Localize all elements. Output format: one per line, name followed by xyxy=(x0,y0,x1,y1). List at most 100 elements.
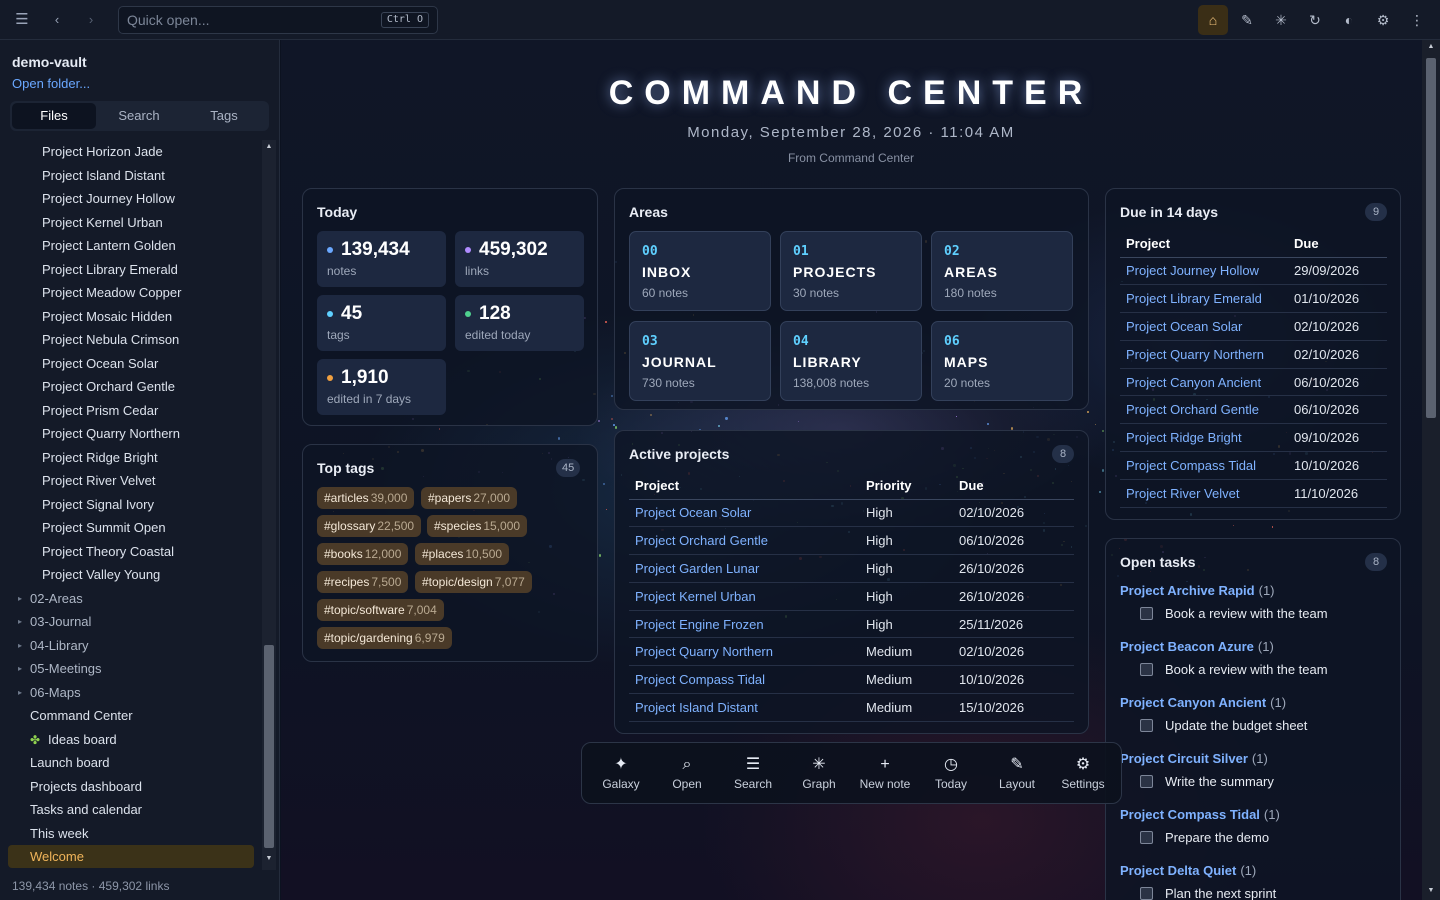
dock-today-button[interactable]: ◷ Today xyxy=(921,755,981,791)
task-checkbox[interactable] xyxy=(1140,663,1153,676)
root-note-item[interactable]: Command Center xyxy=(8,704,133,727)
more-icon[interactable]: ⋮ xyxy=(1402,5,1432,35)
dock-open-button[interactable]: ⌕ Open xyxy=(657,755,717,791)
project-link[interactable]: Project Garden Lunar xyxy=(629,554,860,583)
file-item[interactable]: Project Summit Open xyxy=(42,516,166,539)
file-item[interactable]: Project Horizon Jade xyxy=(42,140,163,163)
asterisk-icon[interactable]: ✳ xyxy=(1266,5,1296,35)
scroll-down-icon[interactable]: ▼ xyxy=(262,852,276,866)
tag-chip[interactable]: #glossary 22,500 xyxy=(317,515,422,537)
file-item[interactable]: Project Orchard Gentle xyxy=(42,375,175,398)
root-note-item[interactable]: ✤ Ideas board xyxy=(8,728,117,751)
tag-chip[interactable]: #papers 27,000 xyxy=(421,487,518,509)
task-checkbox[interactable] xyxy=(1140,887,1153,900)
scroll-up-icon[interactable]: ▲ xyxy=(1424,40,1438,54)
task-checkbox[interactable] xyxy=(1140,775,1153,788)
area-card-library[interactable]: 04 LIBRARY 138,008 notes xyxy=(780,321,922,401)
project-link[interactable]: Project Quarry Northern xyxy=(1120,340,1288,369)
pencil-icon[interactable]: ✎ xyxy=(1232,5,1262,35)
area-card-projects[interactable]: 01 PROJECTS 30 notes xyxy=(780,231,922,311)
file-item[interactable]: Project Island Distant xyxy=(42,164,165,187)
area-card-areas[interactable]: 02 AREAS 180 notes xyxy=(931,231,1073,311)
area-card-maps[interactable]: 06 MAPS 20 notes xyxy=(931,321,1073,401)
area-card-inbox[interactable]: 00 INBOX 60 notes xyxy=(629,231,771,311)
project-link[interactable]: Project Library Emerald xyxy=(1120,284,1288,314)
task-project-link[interactable]: Project Compass Tidal xyxy=(1120,807,1260,822)
project-link[interactable]: Project Compass Tidal xyxy=(1120,451,1288,480)
file-item[interactable]: Project Ocean Solar xyxy=(42,352,158,375)
task-project[interactable]: Project Beacon Azure (1) xyxy=(1120,639,1274,654)
file-item[interactable]: Project Signal Ivory xyxy=(42,493,154,516)
task-project[interactable]: Project Delta Quiet (1) xyxy=(1120,863,1256,878)
file-item[interactable]: Project Theory Coastal xyxy=(42,540,174,563)
root-note-item[interactable]: Launch board xyxy=(8,751,110,774)
dock-settings-button[interactable]: ⚙ Settings xyxy=(1053,755,1113,791)
root-note-item[interactable]: Tasks and calendar xyxy=(8,798,142,821)
sidebar-scroll-thumb[interactable] xyxy=(264,645,274,848)
file-item[interactable]: Project Valley Young xyxy=(42,563,160,586)
tab-tags[interactable]: Tags xyxy=(182,103,266,129)
file-item[interactable]: Project Mosaic Hidden xyxy=(42,305,172,328)
file-item[interactable]: Project River Velvet xyxy=(42,469,155,492)
project-link[interactable]: Project Engine Frozen xyxy=(629,610,860,639)
project-link[interactable]: Project Orchard Gentle xyxy=(629,526,860,556)
file-item[interactable]: Project Kernel Urban xyxy=(42,211,163,234)
scroll-up-icon[interactable]: ▲ xyxy=(262,140,276,154)
tab-search[interactable]: Search xyxy=(97,103,181,129)
project-link[interactable]: Project River Velvet xyxy=(1120,479,1288,508)
dock-graph-button[interactable]: ✳ Graph xyxy=(789,755,849,791)
root-note-item[interactable]: Projects dashboard xyxy=(8,775,142,798)
task-checkbox[interactable] xyxy=(1140,831,1153,844)
dock-search-button[interactable]: ☰ Search xyxy=(723,755,783,791)
project-link[interactable]: Project Ridge Bright xyxy=(1120,423,1288,453)
tag-chip[interactable]: #topic/design 7,077 xyxy=(415,571,532,593)
tab-files[interactable]: Files xyxy=(12,103,96,129)
tag-chip[interactable]: #places 10,500 xyxy=(415,543,510,565)
gear-icon[interactable]: ⚙ xyxy=(1368,5,1398,35)
folder-item[interactable]: ▸ 04-Library xyxy=(8,634,254,657)
hamburger-icon[interactable]: ☰ xyxy=(10,8,34,32)
tag-chip[interactable]: #topic/gardening 6,979 xyxy=(317,627,452,649)
task-project-link[interactable]: Project Delta Quiet xyxy=(1120,863,1236,878)
task-project-link[interactable]: Project Beacon Azure xyxy=(1120,639,1254,654)
project-link[interactable]: Project Orchard Gentle xyxy=(1120,395,1288,425)
project-link[interactable]: Project Journey Hollow xyxy=(1120,257,1288,286)
folder-item[interactable]: ▸ 05-Meetings xyxy=(8,657,254,680)
task-project[interactable]: Project Canyon Ancient (1) xyxy=(1120,695,1286,710)
open-folder-link[interactable]: Open folder... xyxy=(12,76,90,91)
back-icon[interactable]: ‹ xyxy=(45,8,69,32)
file-item[interactable]: Project Library Emerald xyxy=(42,258,178,281)
tag-chip[interactable]: #topic/software 7,004 xyxy=(317,599,444,621)
task-checkbox[interactable] xyxy=(1140,607,1153,620)
scroll-down-icon[interactable]: ▼ xyxy=(1424,884,1438,898)
file-item[interactable]: Project Lantern Golden xyxy=(42,234,176,257)
project-link[interactable]: Project Canyon Ancient xyxy=(1120,368,1288,397)
project-link[interactable]: Project Kernel Urban xyxy=(629,582,860,611)
task-checkbox[interactable] xyxy=(1140,719,1153,732)
home-icon[interactable]: ⌂ xyxy=(1198,5,1228,35)
project-link[interactable]: Project Quarry Northern xyxy=(629,637,860,667)
tag-chip[interactable]: #articles 39,000 xyxy=(317,487,415,509)
task-project-link[interactable]: Project Archive Rapid xyxy=(1120,583,1255,598)
folder-item[interactable]: ▸ 02-Areas xyxy=(8,587,254,610)
refresh-icon[interactable]: ↻ xyxy=(1300,5,1330,35)
file-item[interactable]: Project Journey Hollow xyxy=(42,187,175,210)
quick-open-input[interactable] xyxy=(119,7,369,33)
area-card-journal[interactable]: 03 JOURNAL 730 notes xyxy=(629,321,771,401)
file-item[interactable]: Project Meadow Copper xyxy=(42,281,181,304)
project-link[interactable]: Project Ocean Solar xyxy=(629,499,860,528)
tag-chip[interactable]: #species 15,000 xyxy=(427,515,528,537)
file-item[interactable]: Project Prism Cedar xyxy=(42,399,158,422)
main-scrollbar[interactable]: ▲ ▼ xyxy=(1422,40,1440,900)
dock-new-note-button[interactable]: + New note xyxy=(855,755,915,791)
dock-galaxy-button[interactable]: ✦ Galaxy xyxy=(591,755,651,791)
task-project[interactable]: Project Circuit Silver (1) xyxy=(1120,751,1268,766)
dock-layout-button[interactable]: ✎ Layout xyxy=(987,755,1047,791)
file-item[interactable]: Project Nebula Crimson xyxy=(42,328,179,351)
root-note-item[interactable]: This week xyxy=(8,822,89,845)
file-item[interactable]: Project Ridge Bright xyxy=(42,446,158,469)
tag-chip[interactable]: #books 12,000 xyxy=(317,543,409,565)
folder-item[interactable]: ▸ 03-Journal xyxy=(8,610,254,633)
task-project[interactable]: Project Compass Tidal (1) xyxy=(1120,807,1280,822)
task-project-link[interactable]: Project Canyon Ancient xyxy=(1120,695,1266,710)
